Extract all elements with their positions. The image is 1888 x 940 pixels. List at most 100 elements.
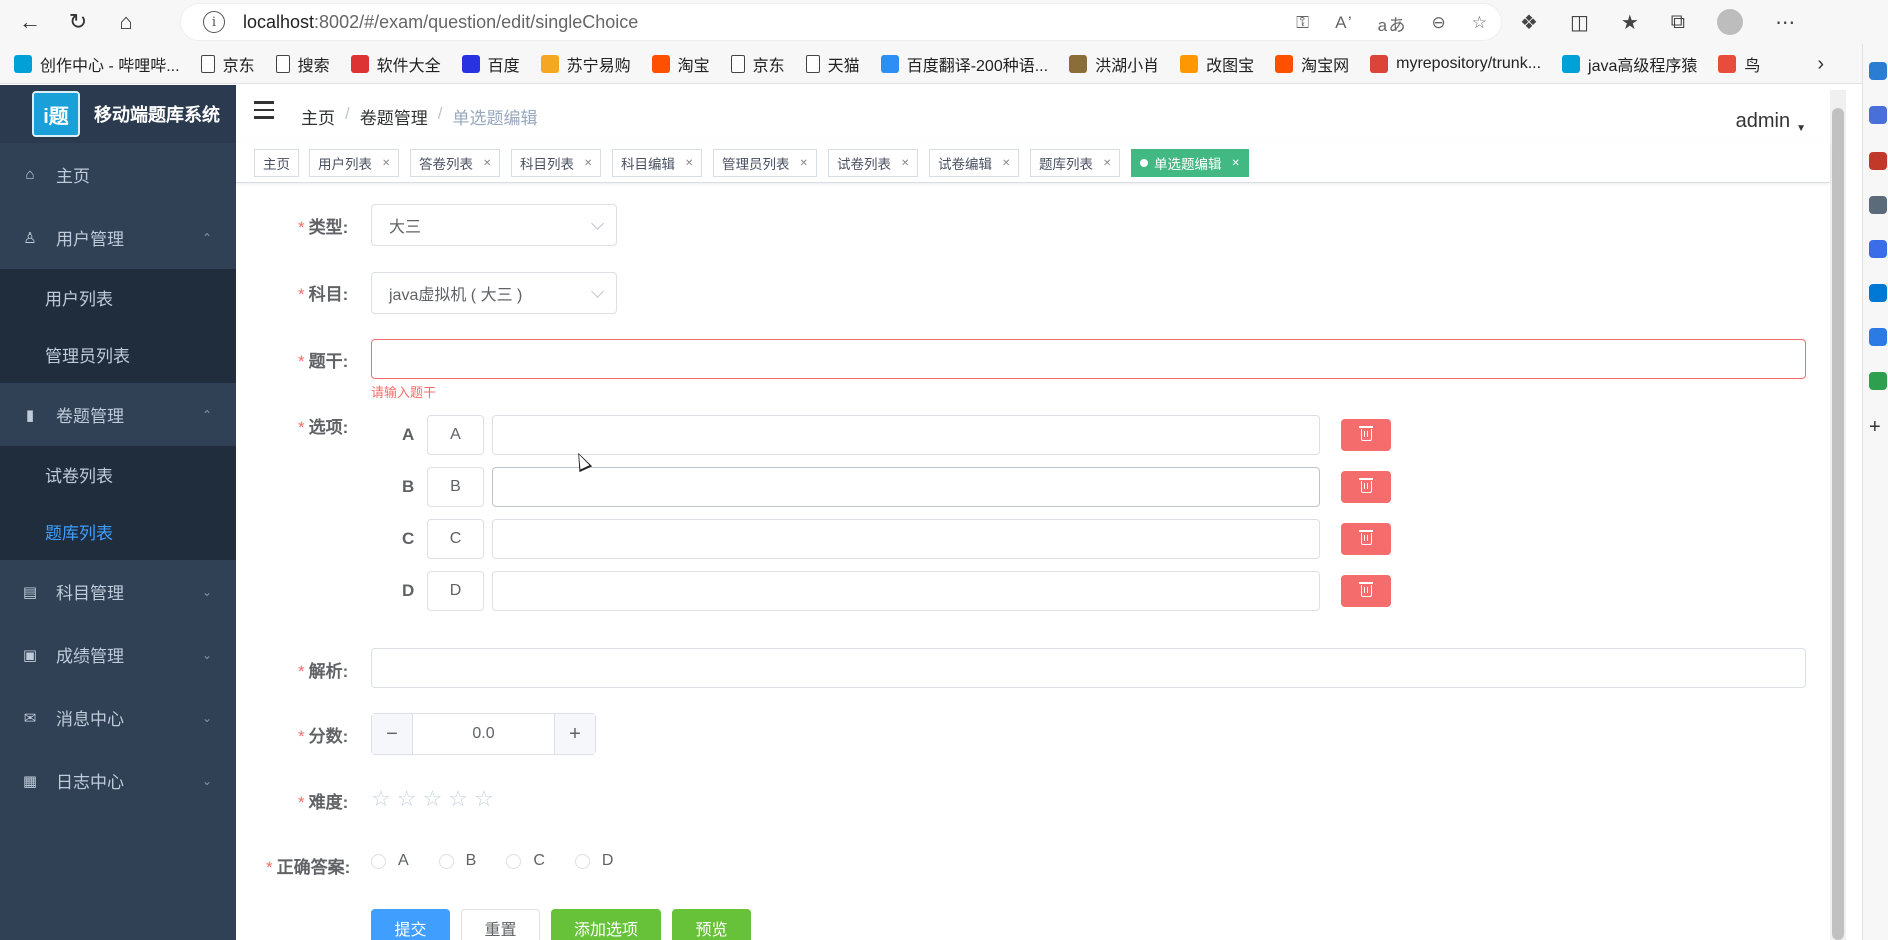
bookmark-item[interactable]: java高级程序猿 xyxy=(1562,52,1697,76)
translate-icon[interactable]: a あ xyxy=(1378,11,1406,36)
bookmark-item[interactable]: 改图宝 xyxy=(1180,52,1254,76)
star-icon[interactable]: ☆ xyxy=(474,786,494,812)
preview-button[interactable]: 预览 xyxy=(672,909,751,940)
edge-person-icon[interactable] xyxy=(1869,196,1887,214)
refresh-icon[interactable]: ↻ xyxy=(60,4,96,40)
option-prefix-input[interactable]: D xyxy=(427,571,484,611)
answer-radio-c[interactable]: C xyxy=(506,852,545,870)
sidebar-item-admin-list[interactable]: 管理员列表 xyxy=(0,326,236,383)
bookmark-item[interactable]: 淘宝网 xyxy=(1275,52,1349,76)
bookmark-item[interactable]: 搜索 xyxy=(275,52,330,76)
close-icon[interactable]: ✕ xyxy=(584,158,592,169)
sidebar-item-log-center[interactable]: ▦ 日志中心 ⌄ xyxy=(0,749,236,812)
option-prefix-input[interactable]: A xyxy=(427,415,484,455)
tag-paper-list[interactable]: 试卷列表 ✕ xyxy=(828,149,919,177)
answer-radio-d[interactable]: D xyxy=(574,852,613,870)
sidebar-item-paper-list[interactable]: 试卷列表 xyxy=(0,446,236,503)
edge-search-icon[interactable] xyxy=(1869,62,1887,80)
breadcrumb-exam-management[interactable]: 卷题管理 xyxy=(360,104,428,129)
close-icon[interactable]: ✕ xyxy=(1103,158,1111,169)
page-scrollbar[interactable] xyxy=(1830,90,1846,940)
bookmark-item[interactable]: 京东 xyxy=(730,52,785,76)
edge-tag-icon[interactable] xyxy=(1869,106,1887,124)
close-icon[interactable]: ✕ xyxy=(483,158,491,169)
sidebar-item-question-bank[interactable]: 题库列表 xyxy=(0,503,236,560)
add-option-button[interactable]: 添加选项 xyxy=(551,909,661,940)
sidebar-item-user-list[interactable]: 用户列表 xyxy=(0,269,236,326)
more-icon[interactable]: ⋯ xyxy=(1775,10,1795,35)
decrease-button[interactable]: − xyxy=(372,714,413,754)
edge-add-icon[interactable]: + xyxy=(1869,416,1887,438)
bookmark-item[interactable]: 天猫 xyxy=(805,52,860,76)
close-icon[interactable]: ✕ xyxy=(800,158,808,169)
edge-tree-icon[interactable] xyxy=(1869,372,1887,390)
url-text[interactable]: localhost:8002/#/exam/question/edit/sing… xyxy=(243,12,638,33)
tag-subject-list[interactable]: 科目列表 ✕ xyxy=(511,149,602,177)
bookmark-item[interactable]: 百度翻译-200种语... xyxy=(880,52,1048,76)
sidebar-item-score-management[interactable]: ▣ 成绩管理 ⌄ xyxy=(0,623,236,686)
bookmark-item[interactable]: 创作中心 - 哔哩哔... xyxy=(14,52,180,76)
bookmark-item[interactable]: 百度 xyxy=(461,52,520,76)
stem-input[interactable] xyxy=(371,339,1806,379)
scrollbar-thumb[interactable] xyxy=(1832,108,1844,940)
favorite-add-icon[interactable]: ☆ xyxy=(1472,13,1487,33)
key-icon[interactable]: ⚿ xyxy=(1296,13,1309,33)
edge-send-icon[interactable] xyxy=(1869,328,1887,346)
tag-paper-edit[interactable]: 试卷编辑 ✕ xyxy=(929,149,1020,177)
option-prefix-input[interactable]: C xyxy=(427,519,484,559)
subject-select[interactable]: java虚拟机 ( 大三 ) xyxy=(371,272,617,314)
option-content-input[interactable] xyxy=(492,519,1320,559)
option-content-input[interactable] xyxy=(492,467,1320,507)
close-icon[interactable]: ✕ xyxy=(382,158,390,169)
read-aloud-icon[interactable]: A ’ xyxy=(1335,13,1352,33)
star-icon[interactable]: ☆ xyxy=(371,786,391,812)
score-input[interactable]: 0.0 xyxy=(413,714,554,754)
type-select[interactable]: 大三 xyxy=(371,204,617,246)
bookmark-item[interactable]: 京东 xyxy=(200,52,255,76)
bookmark-item[interactable]: myrepository/trunk... xyxy=(1370,54,1541,73)
star-icon[interactable]: ☆ xyxy=(422,786,442,812)
option-content-input[interactable] xyxy=(492,415,1320,455)
delete-option-button[interactable] xyxy=(1341,471,1391,503)
tag-question-bank[interactable]: 题库列表 ✕ xyxy=(1030,149,1121,177)
edge-outlook-icon[interactable] xyxy=(1869,284,1887,302)
sidebar-item-home[interactable]: ⌂ 主页 xyxy=(0,143,236,206)
delete-option-button[interactable] xyxy=(1341,575,1391,607)
bookmark-item[interactable]: 鸟 xyxy=(1718,52,1760,76)
tag-answer-list[interactable]: 答卷列表 ✕ xyxy=(410,149,501,177)
tag-subject-edit[interactable]: 科目编辑 ✕ xyxy=(612,149,703,177)
bookmark-item[interactable]: 软件大全 xyxy=(350,52,441,76)
breadcrumb-home[interactable]: 主页 xyxy=(301,104,335,129)
answer-radio-a[interactable]: A xyxy=(371,852,409,870)
increase-button[interactable]: + xyxy=(554,714,595,754)
tag-user-list[interactable]: 用户列表 ✕ xyxy=(309,149,400,177)
close-icon[interactable]: ✕ xyxy=(1002,158,1010,169)
analysis-input[interactable] xyxy=(371,648,1806,688)
bookmark-item[interactable]: 洪湖小肖 xyxy=(1069,52,1159,76)
answer-radio-b[interactable]: B xyxy=(438,852,476,870)
option-content-input[interactable] xyxy=(492,571,1320,611)
tag-home[interactable]: 主页 xyxy=(254,149,299,177)
favorites-icon[interactable]: ★ xyxy=(1621,10,1639,35)
edge-tools-icon[interactable] xyxy=(1869,152,1887,170)
reset-button[interactable]: 重置 xyxy=(461,909,540,940)
profile-avatar[interactable] xyxy=(1717,9,1744,35)
option-prefix-input[interactable]: B xyxy=(427,467,484,507)
back-icon[interactable]: ← xyxy=(12,4,48,40)
logo[interactable]: i题 移动端题库系统 xyxy=(0,85,236,143)
bookmark-item[interactable]: 淘宝 xyxy=(651,52,710,76)
hamburger-icon[interactable] xyxy=(254,101,274,119)
submit-button[interactable]: 提交 xyxy=(371,909,450,940)
sidebar-item-subject-management[interactable]: ▤ 科目管理 ⌄ xyxy=(0,560,236,623)
close-icon[interactable]: ✕ xyxy=(685,158,693,169)
star-icon[interactable]: ☆ xyxy=(397,786,417,812)
delete-option-button[interactable] xyxy=(1341,419,1391,451)
info-icon[interactable]: i xyxy=(203,11,225,33)
delete-option-button[interactable] xyxy=(1341,523,1391,555)
bookmarks-more-icon[interactable]: › xyxy=(1817,44,1824,84)
sidebar-item-message-center[interactable]: ✉ 消息中心 ⌄ xyxy=(0,686,236,749)
user-dropdown[interactable]: admin ▼ xyxy=(1736,110,1806,134)
zoom-out-icon[interactable]: ⊖ xyxy=(1432,13,1446,33)
edge-copilot-icon[interactable] xyxy=(1869,240,1887,258)
close-icon[interactable]: ✕ xyxy=(1232,158,1240,169)
